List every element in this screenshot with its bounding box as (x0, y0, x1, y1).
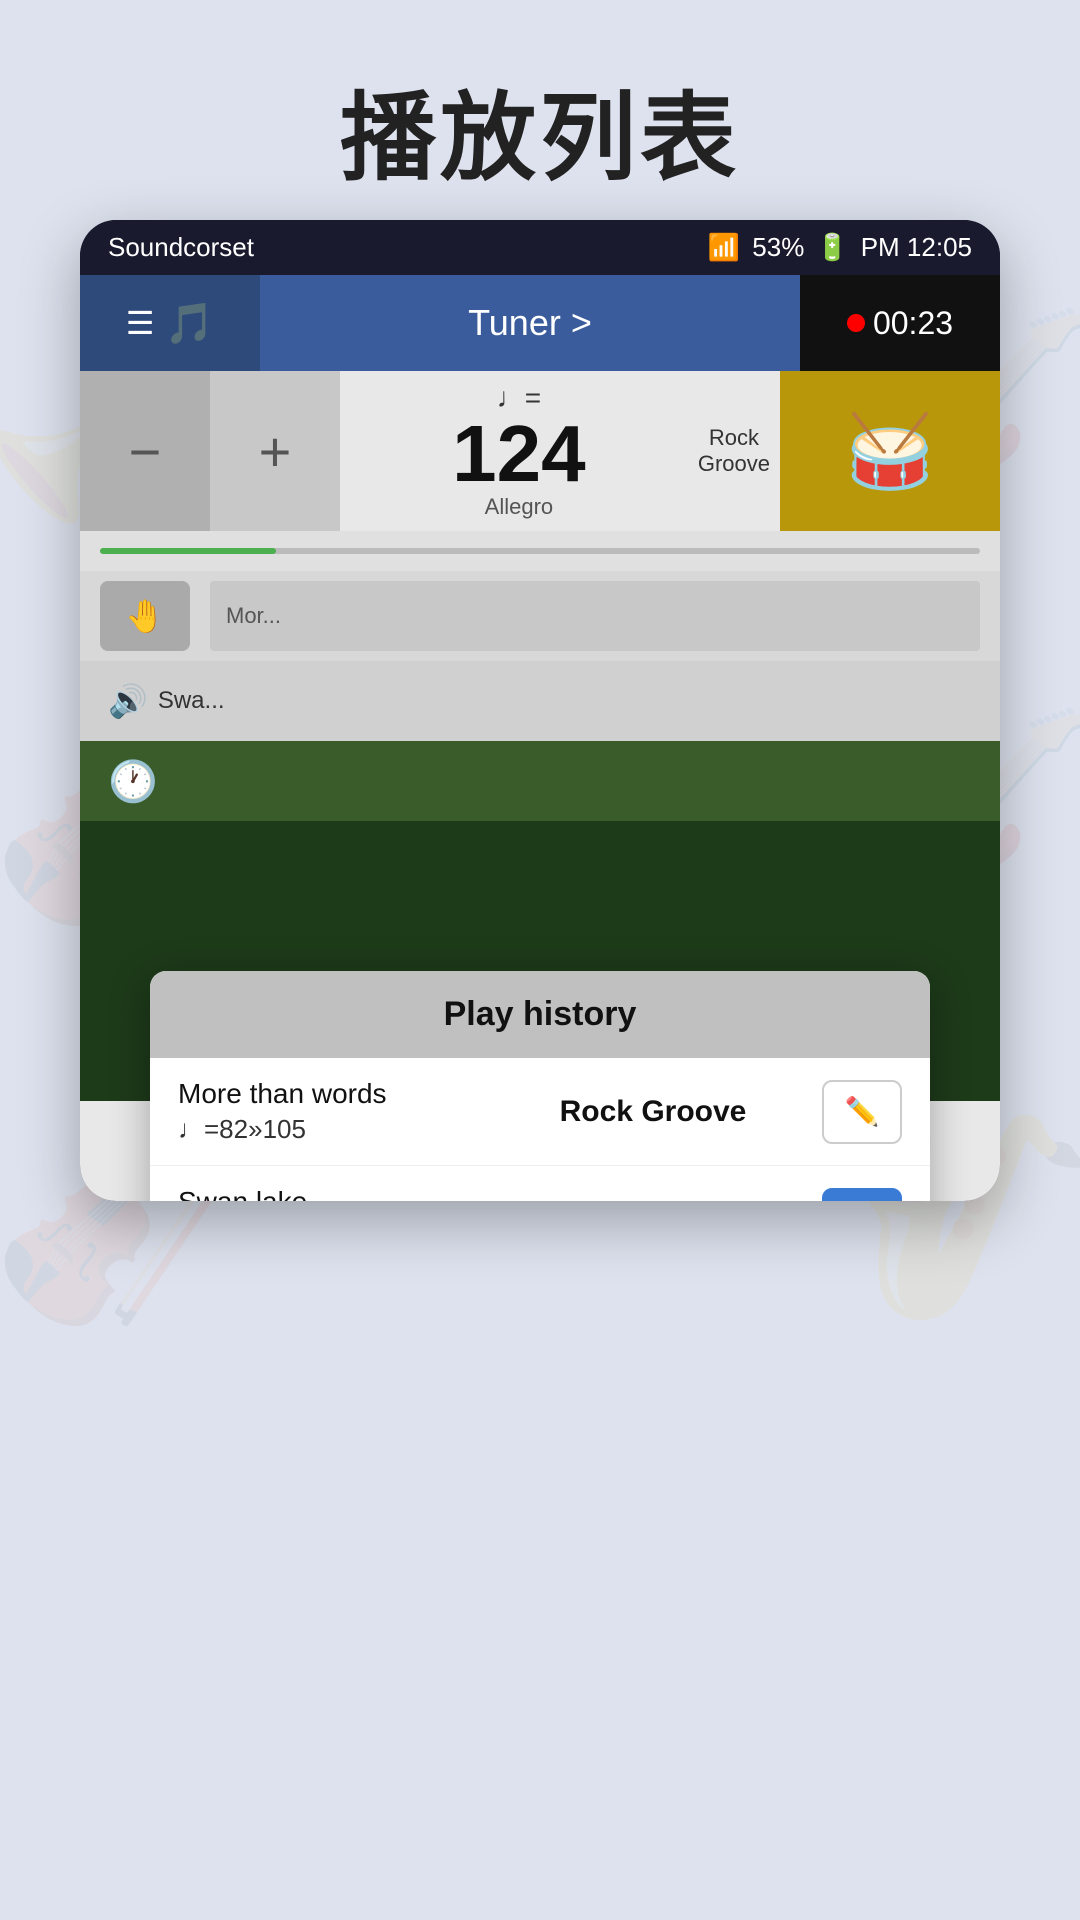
pencil-icon: ✏️ (845, 1095, 880, 1128)
edit-button[interactable]: ✏️ (822, 1080, 902, 1144)
timer-display: 00:23 (800, 275, 1000, 371)
history-item[interactable]: Swan lake♩=87 🤚4 ✏️ (150, 1166, 930, 1201)
play-area[interactable]: Play history More than words♩=82»105Rock… (80, 821, 1000, 1101)
music-note-icon: 🎵 (164, 300, 214, 347)
menu-button[interactable]: ☰ 🎵 (80, 275, 260, 371)
bpm-plus-button[interactable]: + (210, 371, 340, 531)
time-display: PM 12:05 (861, 232, 972, 263)
bpm-style: Rock Groove (698, 371, 770, 531)
tuner-button[interactable]: Tuner > (260, 275, 800, 371)
bpm-minus-button[interactable]: − (80, 371, 210, 531)
page-title: 播放列表 (0, 0, 1080, 239)
item-name: More than words (178, 1078, 484, 1110)
volume-text: Swa... (158, 687, 225, 715)
phone-frame: Soundcorset 📶 53% 🔋 PM 12:05 ☰ 🎵 Tuner >… (80, 220, 1000, 1201)
volume-row: 🔊 Swa... (80, 661, 1000, 741)
hamburger-icon: ☰ (126, 304, 155, 342)
style-line1: Rock (709, 425, 759, 451)
bpm-row: − + ♩= 124 Allegro Rock Groove 🥁 (80, 371, 1000, 531)
edit-button[interactable]: ✏️ (822, 1188, 902, 1202)
item-center: 🤚4 (500, 1199, 806, 1202)
dialog-body: More than words♩=82»105Rock Groove✏️Swan… (150, 1058, 930, 1201)
slider-fill (100, 548, 276, 554)
app-name: Soundcorset (108, 232, 254, 263)
tempo-label: Allegro (485, 494, 553, 520)
item-name: Swan lake (178, 1186, 484, 1201)
more-info: Mor... (210, 581, 980, 651)
signal-icon: 📶 (708, 232, 740, 263)
tuner-label: Tuner > (468, 302, 592, 344)
history-icon: 🕐 (108, 758, 158, 805)
dialog-title: Play history (444, 995, 637, 1033)
volume-icon: 🔊 (108, 682, 148, 720)
item-bpm: ♩=82»105 (178, 1114, 484, 1145)
item-info: More than words ♩=82»105 (178, 1078, 484, 1145)
history-item[interactable]: More than words ♩=82»105 Rock Groove ✏️ (150, 1058, 930, 1166)
battery-percent: 53% (752, 232, 804, 263)
status-bar: Soundcorset 📶 53% 🔋 PM 12:05 (80, 220, 1000, 275)
bpm-display: ♩= 124 Allegro (340, 371, 698, 531)
battery-icon: 🔋 (816, 232, 848, 263)
rec-dot (847, 314, 865, 332)
side-controls: 🤚 Mor... (80, 571, 1000, 661)
slider-row[interactable] (80, 531, 1000, 571)
hand-button[interactable]: 🤚 (100, 581, 190, 651)
style-label: Rock Groove (560, 1095, 747, 1129)
item-center: Rock Groove (500, 1095, 806, 1129)
history-icon-row: 🕐 (80, 741, 1000, 821)
hand-icon: 🤚 (618, 1199, 663, 1202)
slider-track[interactable] (100, 548, 980, 554)
dialog-overlay: Play history More than words♩=82»105Rock… (80, 821, 1000, 1101)
item-info: Swan lake♩=87 (178, 1186, 484, 1201)
dialog-header: Play history (150, 971, 930, 1058)
drum-icon-box[interactable]: 🥁 (780, 371, 1000, 531)
play-history-dialog: Play history More than words ♩=82»105 Rock… (150, 971, 930, 1201)
bpm-value: 124 (452, 414, 585, 494)
timer-value: 00:23 (873, 305, 953, 342)
style-line2: Groove (698, 451, 770, 477)
top-nav: ☰ 🎵 Tuner > 00:23 (80, 275, 1000, 371)
info-text: Mor... (226, 603, 281, 629)
drum-icon: 🥁 (845, 409, 935, 494)
